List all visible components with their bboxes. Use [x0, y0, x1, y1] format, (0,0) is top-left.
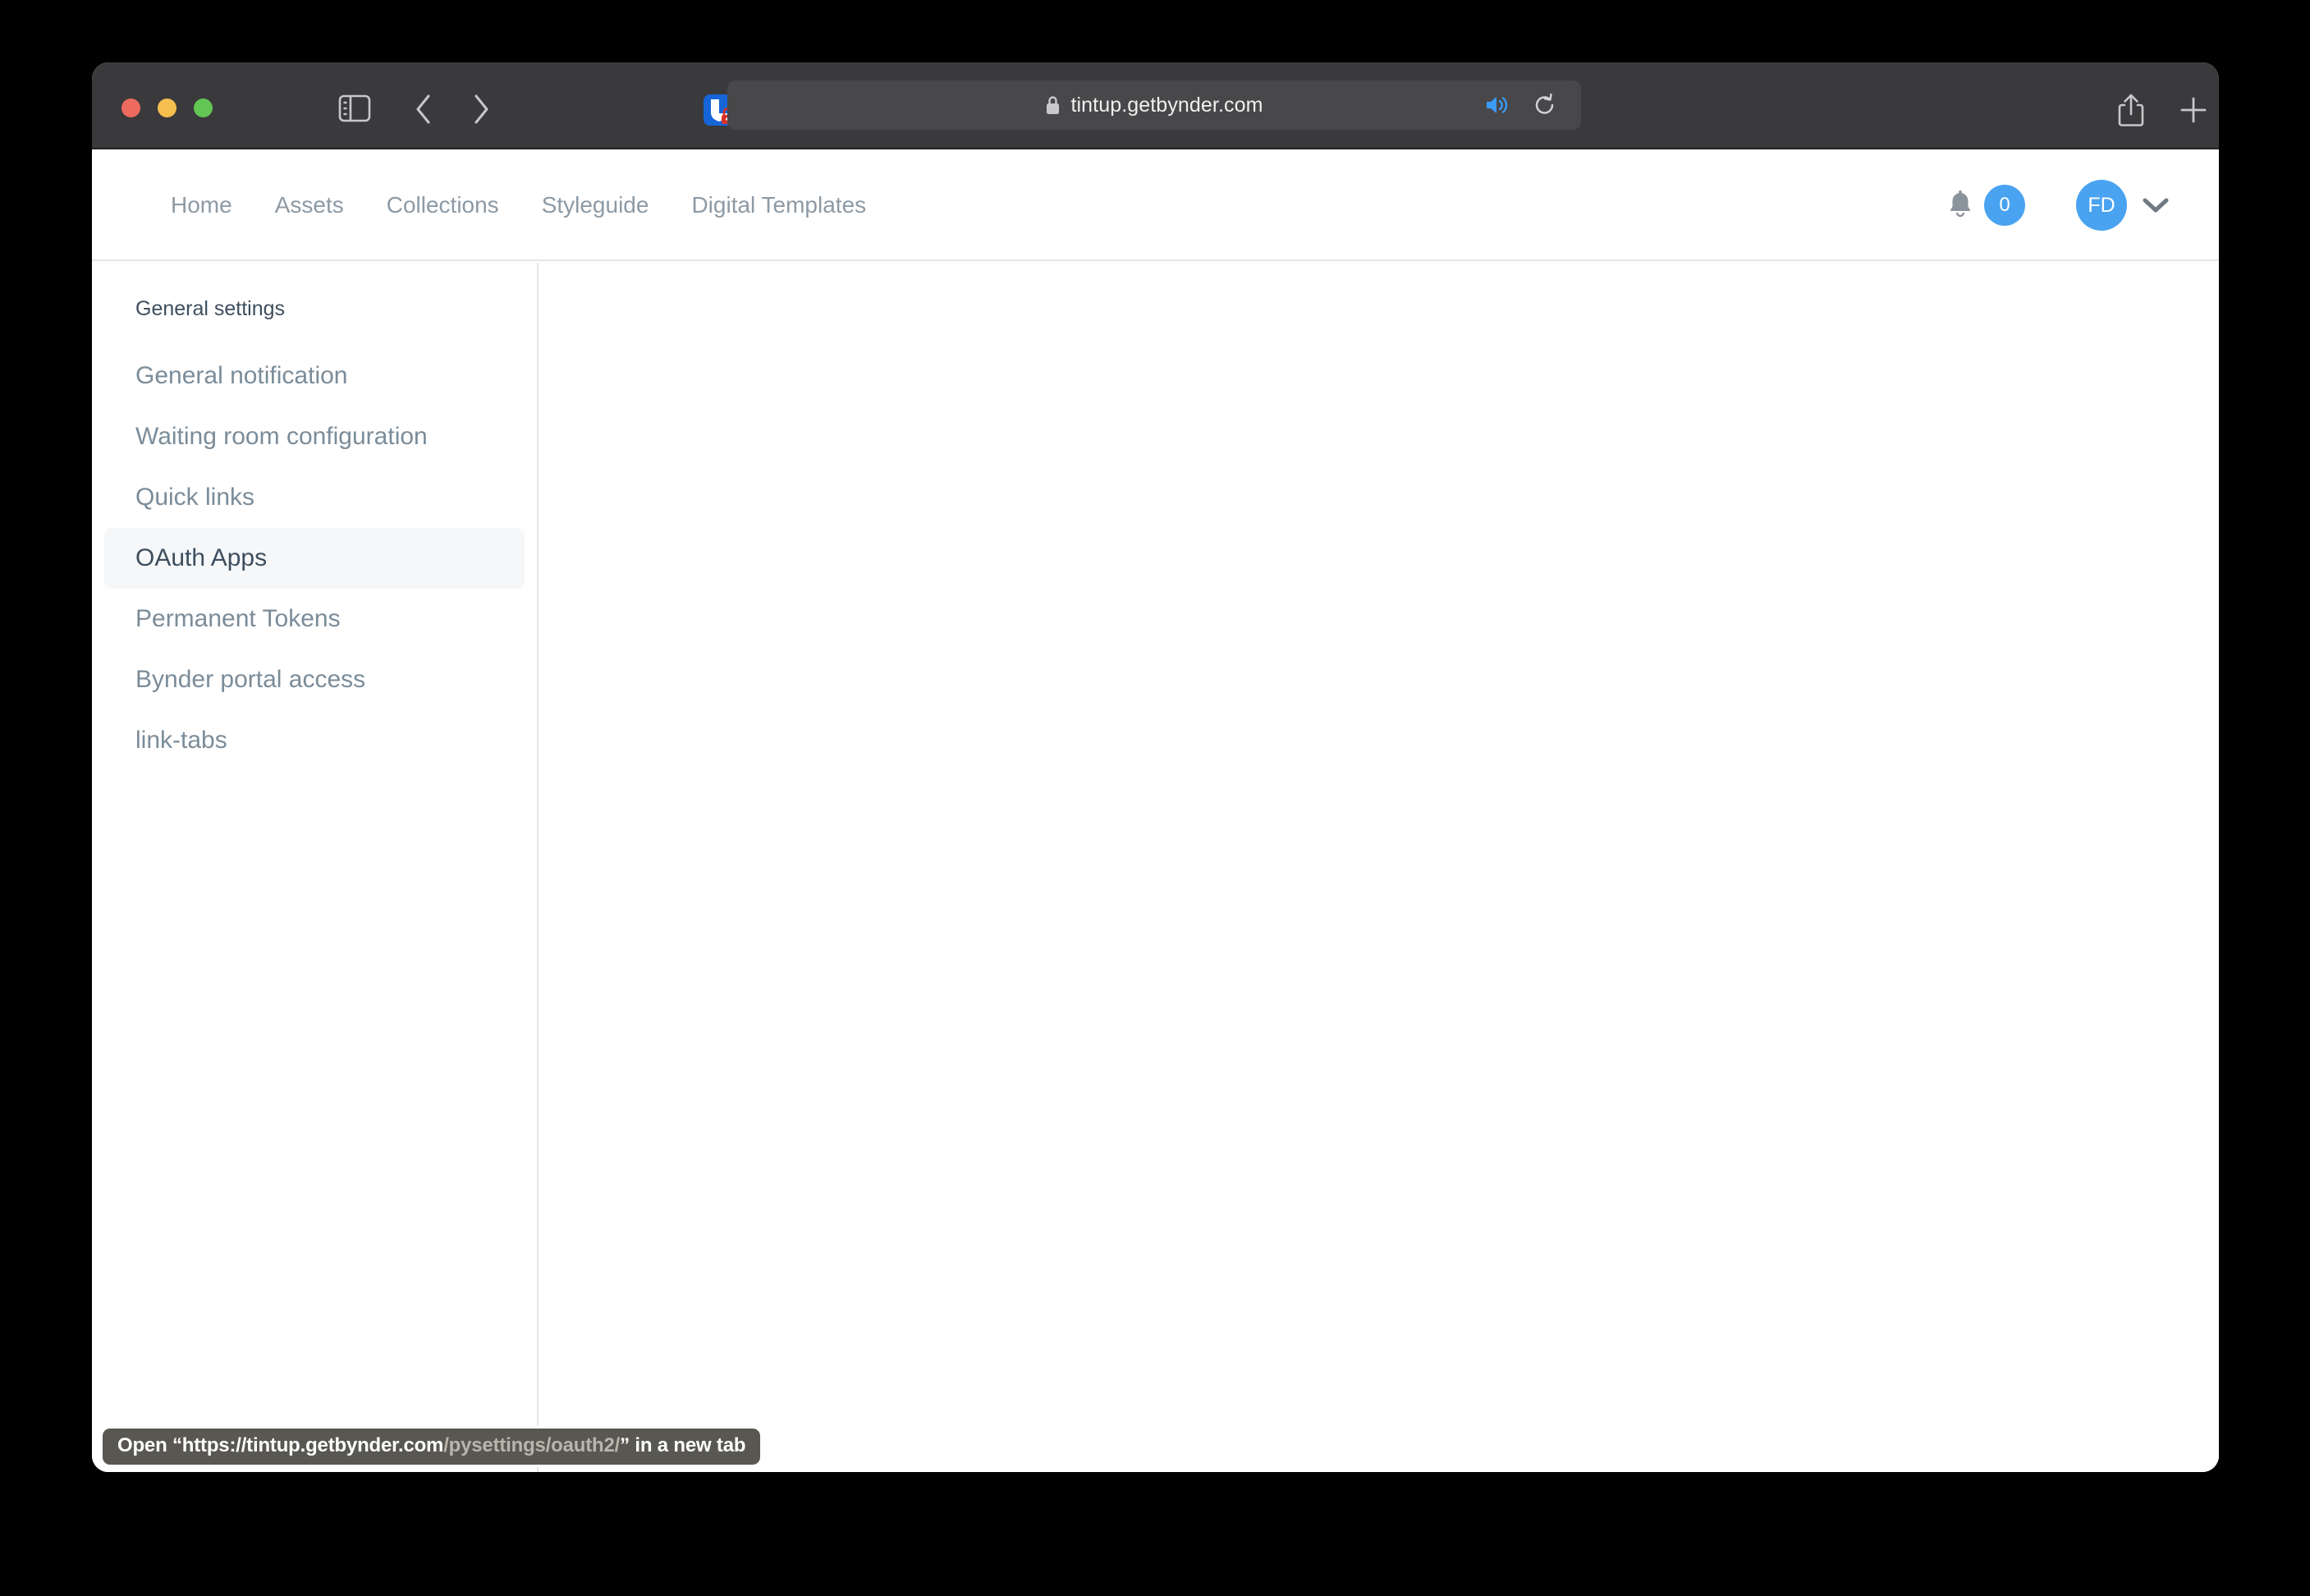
- nav-item-styleguide[interactable]: Styleguide: [520, 192, 671, 218]
- minimize-window-button[interactable]: [158, 99, 176, 117]
- new-tab-icon[interactable]: [2177, 94, 2210, 126]
- lock-icon: [1045, 95, 1061, 116]
- bell-icon[interactable]: [1946, 190, 1974, 221]
- nav-back-icon[interactable]: [408, 94, 439, 125]
- nav-item-collections[interactable]: Collections: [365, 192, 520, 218]
- page-content: Home Assets Collections Styleguide Digit…: [92, 149, 2219, 1472]
- sidebar-toggle-icon[interactable]: [337, 94, 372, 123]
- notification-badge[interactable]: 0: [1984, 185, 2025, 226]
- status-tooltip-suffix: ” in a new tab: [620, 1434, 746, 1456]
- nav-item-digital-templates[interactable]: Digital Templates: [670, 192, 887, 218]
- maximize-window-button[interactable]: [194, 99, 213, 117]
- browser-toolbar: tintup.getbynder.com: [92, 62, 2219, 149]
- sidebar-item-waiting-room-configuration[interactable]: Waiting room configuration: [104, 406, 525, 467]
- nav-item-assets[interactable]: Assets: [254, 192, 365, 218]
- nav-item-home[interactable]: Home: [149, 192, 254, 218]
- sidebar-header: General settings: [135, 297, 286, 320]
- main-content-panel: [540, 263, 2219, 1472]
- sidebar-item-oauth-apps[interactable]: OAuth Apps: [104, 528, 525, 589]
- sidebar-item-bynder-portal-access[interactable]: Bynder portal access: [104, 649, 525, 710]
- share-icon[interactable]: [2115, 92, 2147, 128]
- status-tooltip-prefix: Open “https://tintup.getbynder.com: [117, 1434, 444, 1456]
- url-field[interactable]: tintup.getbynder.com: [727, 80, 1581, 130]
- sidebar-item-quick-links[interactable]: Quick links: [104, 467, 525, 528]
- nav-forward-icon[interactable]: [465, 94, 497, 125]
- reload-icon[interactable]: [1533, 93, 1556, 117]
- nav-right-group: 0 FD: [1946, 149, 2170, 261]
- settings-sidebar: General settings General notification Wa…: [92, 263, 539, 1472]
- close-window-button[interactable]: [121, 99, 140, 117]
- sidebar-item-general-notification[interactable]: General notification: [104, 346, 525, 406]
- avatar[interactable]: FD: [2076, 180, 2127, 231]
- traffic-lights: [121, 99, 213, 117]
- app-nav-bar: Home Assets Collections Styleguide Digit…: [92, 149, 2219, 261]
- url-text: tintup.getbynder.com: [1070, 93, 1263, 117]
- status-tooltip: Open “https://tintup.getbynder.com/pyset…: [100, 1426, 763, 1467]
- status-tooltip-path: /pysettings/oauth2/: [443, 1434, 621, 1456]
- sidebar-item-link-tabs[interactable]: link-tabs: [104, 710, 525, 771]
- browser-window: tintup.getbynder.com Home Assets Collect…: [92, 62, 2219, 1472]
- sidebar-item-permanent-tokens[interactable]: Permanent Tokens: [104, 589, 525, 649]
- chevron-down-icon[interactable]: [2142, 196, 2170, 214]
- nav-links: Home Assets Collections Styleguide Digit…: [149, 149, 887, 261]
- speaker-icon[interactable]: [1484, 94, 1510, 117]
